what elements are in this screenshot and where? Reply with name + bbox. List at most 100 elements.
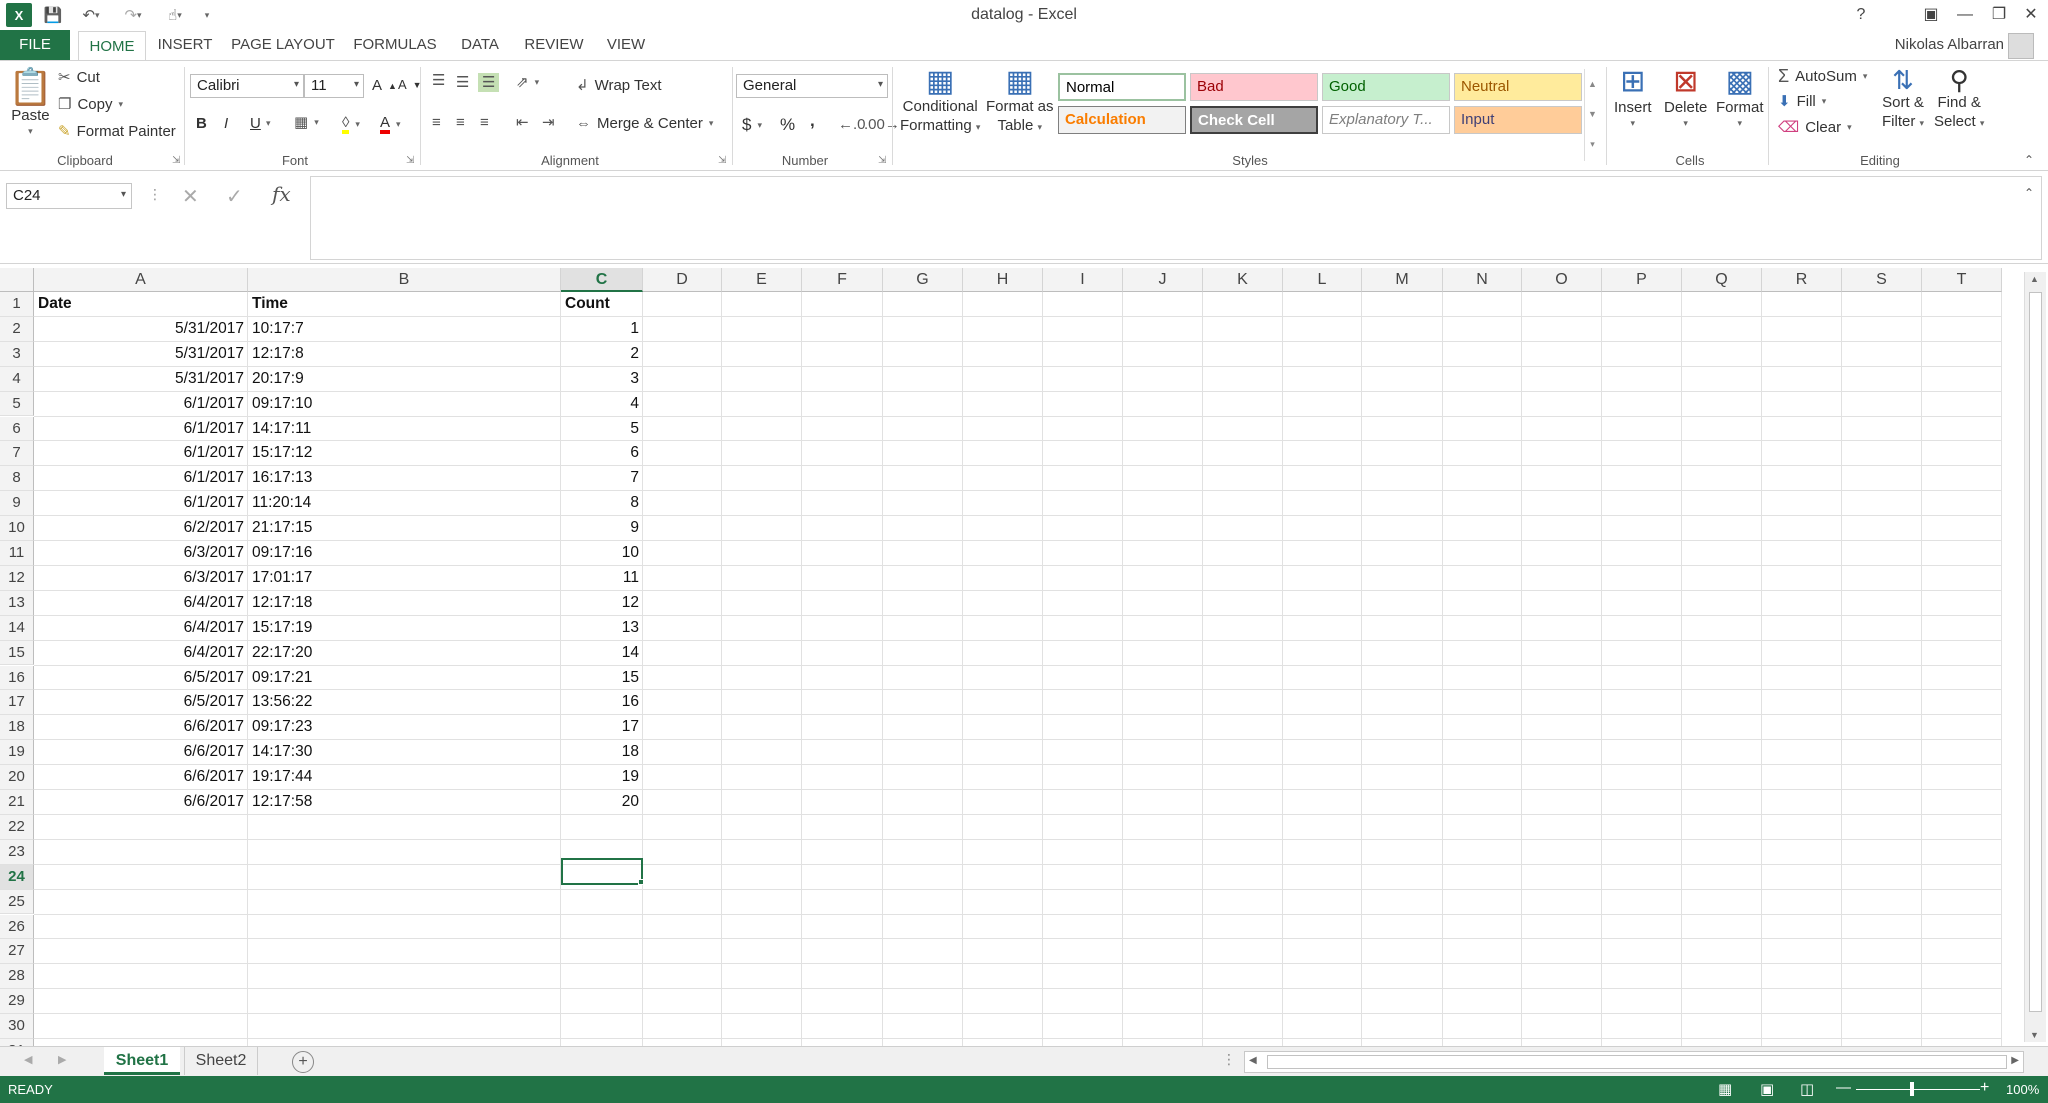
date-cell[interactable]: 6/6/2017 (34, 765, 248, 790)
align-top-button[interactable]: ☰ (432, 73, 445, 88)
column-header-j[interactable]: J (1123, 268, 1203, 292)
tab-review[interactable]: REVIEW (520, 30, 588, 60)
align-left-button[interactable]: ≡ (432, 115, 441, 130)
row-header[interactable]: 10 (0, 516, 34, 541)
time-cell[interactable]: 17:01:17 (248, 566, 561, 591)
zoom-slider[interactable] (1856, 1089, 1980, 1090)
date-cell[interactable]: 6/3/2017 (34, 566, 248, 591)
grow-font-button[interactable]: A ▲ (372, 77, 397, 94)
tab-file[interactable]: FILE (0, 30, 70, 60)
underline-button[interactable]: U (250, 115, 261, 132)
zoom-slider-thumb[interactable] (1910, 1082, 1914, 1096)
restore-button[interactable]: ❐ (1984, 2, 2014, 28)
ribbon-display-options-icon[interactable]: ▣ (1916, 2, 1946, 28)
sheet-tab-sheet2[interactable]: Sheet2 (184, 1047, 258, 1075)
date-cell[interactable]: 6/4/2017 (34, 591, 248, 616)
time-cell[interactable]: 09:17:16 (248, 541, 561, 566)
delete-cells-button[interactable]: ⊠ Delete ▾ (1664, 67, 1707, 129)
row-header[interactable]: 22 (0, 814, 34, 840)
cell-style-3[interactable]: Neutral (1454, 73, 1582, 101)
row-header[interactable]: 15 (0, 640, 34, 666)
row-header[interactable]: 6 (0, 416, 34, 442)
clear-button[interactable]: ⌫ Clear ▾ (1778, 119, 1852, 136)
column-header-p[interactable]: P (1602, 268, 1682, 292)
paste-button[interactable]: 📋 Paste ▾ (8, 69, 53, 137)
comma-button[interactable]: , (810, 111, 815, 131)
count-cell[interactable]: 19 (561, 765, 643, 790)
date-cell[interactable]: 5/31/2017 (34, 317, 248, 342)
styles-gallery-scroll[interactable]: ▲ ▼ ▾ (1584, 69, 1600, 161)
name-box[interactable]: C24 ▾ (6, 183, 132, 209)
time-cell[interactable]: 09:17:23 (248, 715, 561, 740)
cell-style-6[interactable]: Explanatory T... (1322, 106, 1450, 134)
column-header-k[interactable]: K (1203, 268, 1283, 292)
zoom-in-button[interactable]: + (1980, 1079, 1989, 1097)
count-cell[interactable]: 7 (561, 466, 643, 491)
date-cell[interactable]: 6/2/2017 (34, 516, 248, 541)
count-cell[interactable]: 17 (561, 715, 643, 740)
insert-cells-button[interactable]: ⊞ Insert ▾ (1614, 67, 1652, 129)
row-header[interactable]: 12 (0, 565, 34, 591)
tab-split-handle[interactable]: ⋮ (1222, 1051, 1236, 1068)
date-cell[interactable]: 6/6/2017 (34, 790, 248, 815)
column-header-o[interactable]: O (1522, 268, 1602, 292)
column-header-d[interactable]: D (643, 268, 722, 292)
close-button[interactable]: ✕ (2016, 2, 2046, 28)
wrap-text-button[interactable]: ↲ Wrap Text (576, 77, 662, 94)
time-cell[interactable]: 14:17:11 (248, 417, 561, 442)
cut-button[interactable]: ✂ Cut (58, 69, 100, 86)
cell-style-1[interactable]: Bad (1190, 73, 1318, 101)
row-header[interactable]: 26 (0, 914, 34, 940)
minimize-button[interactable]: — (1950, 2, 1980, 28)
column-header-f[interactable]: F (802, 268, 883, 292)
percent-button[interactable]: % (780, 115, 795, 135)
count-cell[interactable]: 18 (561, 740, 643, 765)
count-cell[interactable]: 3 (561, 367, 643, 392)
zoom-out-button[interactable]: — (1836, 1079, 1851, 1096)
format-painter-button[interactable]: ✎ Format Painter (58, 123, 176, 140)
time-cell[interactable]: 12:17:18 (248, 591, 561, 616)
count-cell[interactable]: 14 (561, 641, 643, 666)
tab-data[interactable]: DATA (452, 30, 508, 60)
page-break-view-icon[interactable]: ◫ (1800, 1080, 1814, 1098)
row-header[interactable]: 9 (0, 491, 34, 517)
currency-button[interactable]: $ ▾ (742, 115, 762, 135)
row-header[interactable]: 27 (0, 939, 34, 965)
enter-icon[interactable]: ✓ (226, 184, 243, 209)
orientation-button[interactable]: ⇗ ▾ (516, 75, 539, 90)
scroll-sheets-left-icon[interactable]: ◀ (24, 1053, 32, 1066)
time-cell[interactable]: 22:17:20 (248, 641, 561, 666)
row-header[interactable]: 3 (0, 341, 34, 367)
row-header[interactable]: 21 (0, 790, 34, 815)
column-header-g[interactable]: G (883, 268, 963, 292)
count-cell[interactable]: 2 (561, 342, 643, 367)
row-header[interactable]: 18 (0, 715, 34, 741)
row-header[interactable]: 23 (0, 839, 34, 865)
header-cell-date[interactable]: Date (34, 292, 248, 317)
count-cell[interactable]: 4 (561, 392, 643, 417)
cell-style-7[interactable]: Input (1454, 106, 1582, 134)
dialog-launcher-icon[interactable]: ⇲ (172, 155, 180, 166)
selected-cell-c24[interactable] (561, 858, 643, 885)
dialog-launcher-icon[interactable]: ⇲ (718, 155, 726, 166)
cell-style-0[interactable]: Normal (1058, 73, 1186, 101)
date-cell[interactable]: 6/1/2017 (34, 417, 248, 442)
align-center-button[interactable]: ≡ (456, 115, 465, 130)
date-cell[interactable]: 5/31/2017 (34, 342, 248, 367)
underline-dropdown[interactable]: ▾ (266, 118, 271, 129)
column-header-c[interactable]: C (561, 268, 643, 292)
cell-style-5[interactable]: Check Cell (1190, 106, 1318, 134)
time-cell[interactable]: 21:17:15 (248, 516, 561, 541)
date-cell[interactable]: 6/4/2017 (34, 616, 248, 641)
time-cell[interactable]: 19:17:44 (248, 765, 561, 790)
row-header[interactable]: 1 (0, 292, 34, 317)
row-header[interactable]: 11 (0, 541, 34, 566)
bold-button[interactable]: B (196, 115, 207, 132)
row-header[interactable]: 16 (0, 665, 34, 691)
header-cell-count[interactable]: Count (561, 292, 643, 317)
column-header-i[interactable]: I (1043, 268, 1123, 292)
row-header[interactable]: 2 (0, 316, 34, 342)
date-cell[interactable]: 6/5/2017 (34, 666, 248, 691)
row-header[interactable]: 14 (0, 615, 34, 641)
autosum-button[interactable]: Σ AutoSum ▾ (1778, 67, 1867, 85)
